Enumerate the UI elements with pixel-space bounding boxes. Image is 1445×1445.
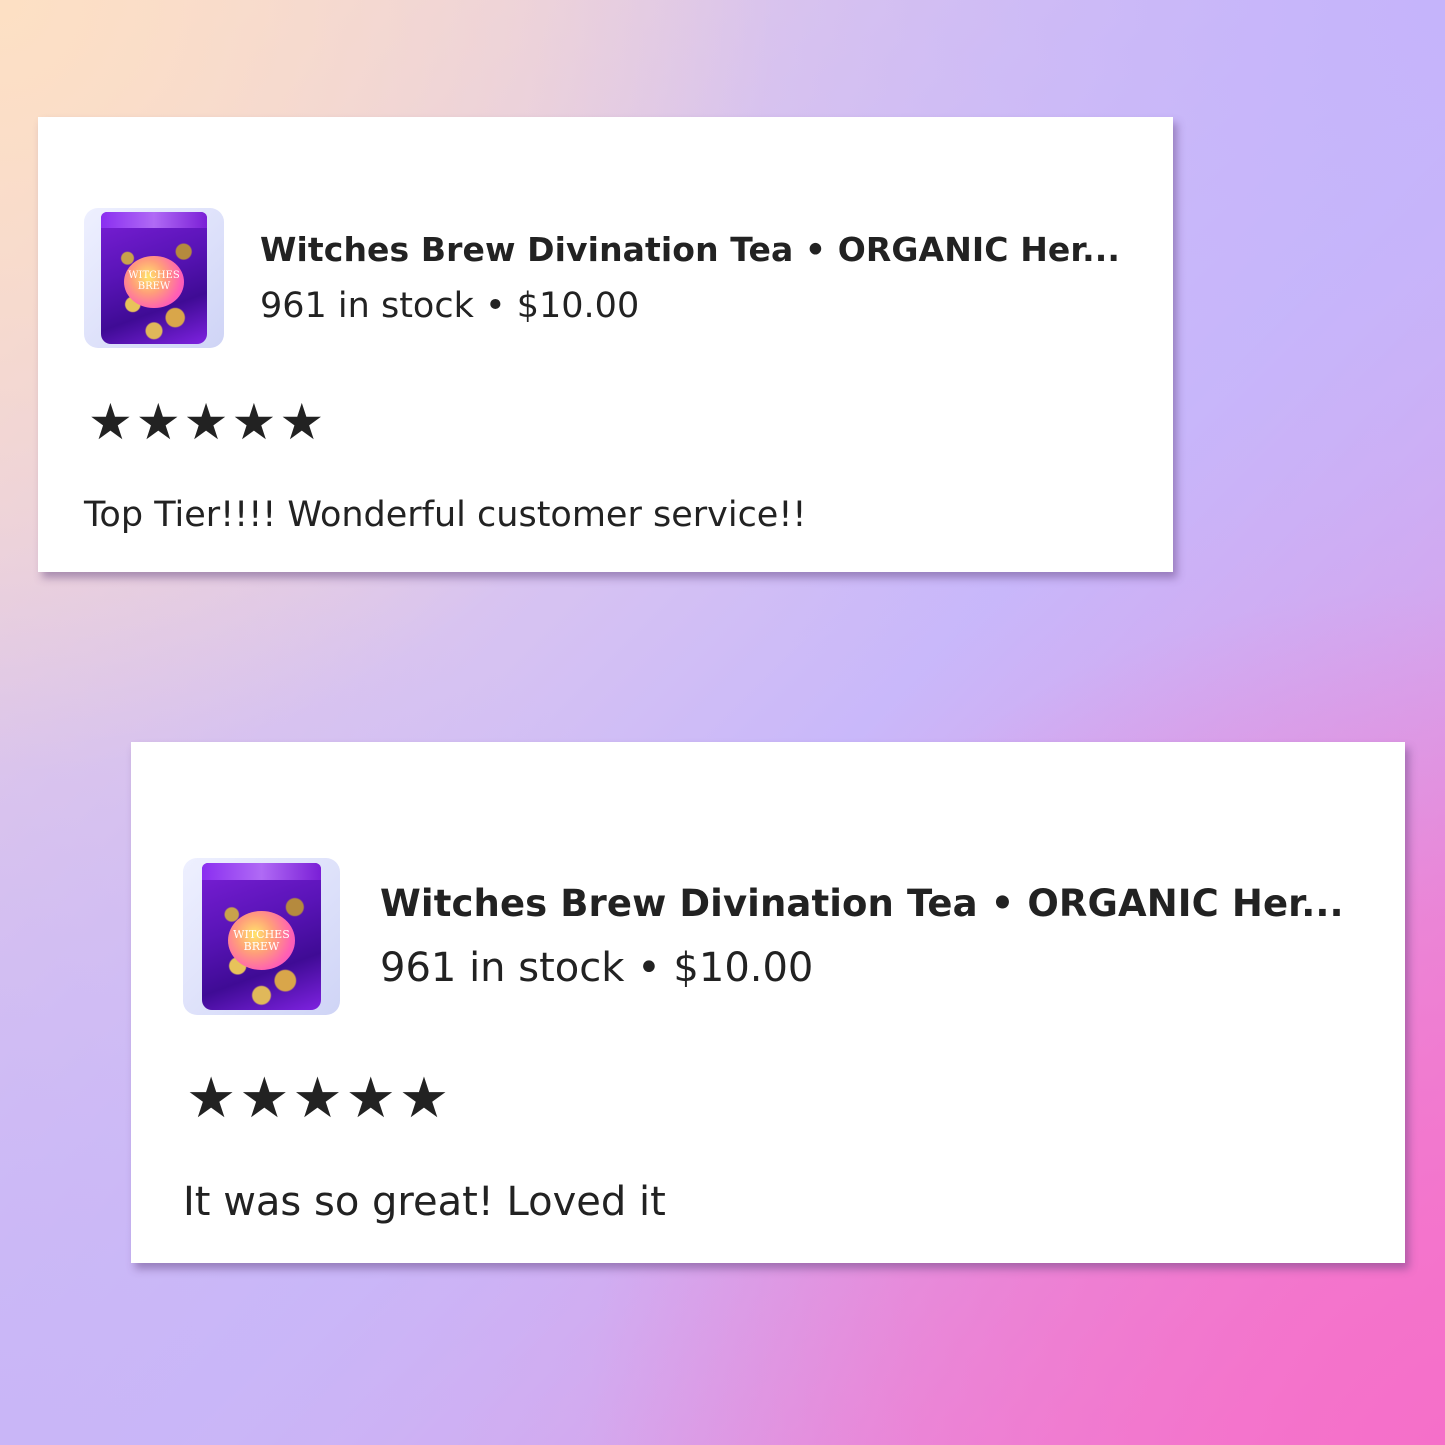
stock-price: 961 in stock • $10.00 [380, 945, 814, 991]
product-label-logo: WITCHES BREW [228, 911, 295, 971]
tea-pouch-image: WITCHES BREW [100, 212, 208, 344]
star-icon: ★ [183, 393, 229, 451]
star-icon: ★ [398, 1066, 450, 1131]
star-icon: ★ [88, 393, 133, 451]
logo-text-line2: BREW [243, 939, 280, 953]
logo-text-line2: BREW [137, 280, 171, 292]
star-icon: ★ [135, 393, 181, 451]
star-icon: ★ [279, 393, 325, 451]
review-card: WITCHES BREW Witches Brew Divination Tea… [131, 742, 1405, 1263]
review-text: Top Tier!!!! Wonderful customer service!… [84, 495, 807, 535]
product-thumbnail[interactable]: WITCHES BREW [183, 858, 340, 1015]
star-icon: ★ [239, 1066, 290, 1131]
star-icon: ★ [345, 1066, 396, 1131]
star-rating: ★ ★ ★ ★ ★ [186, 1071, 449, 1127]
product-title[interactable]: Witches Brew Divination Tea • ORGANIC He… [260, 230, 1120, 269]
star-icon: ★ [292, 1066, 343, 1131]
review-card: WITCHES BREW Witches Brew Divination Tea… [38, 117, 1173, 572]
review-text: It was so great! Loved it [183, 1179, 666, 1225]
star-icon: ★ [186, 1066, 237, 1131]
product-label-logo: WITCHES BREW [124, 255, 184, 309]
star-icon: ★ [231, 393, 277, 451]
stock-price: 961 in stock • $10.00 [260, 286, 640, 326]
tea-pouch-image: WITCHES BREW [201, 862, 322, 1011]
product-thumbnail[interactable]: WITCHES BREW [84, 208, 224, 348]
star-rating: ★ ★ ★ ★ ★ [88, 397, 324, 447]
product-title[interactable]: Witches Brew Divination Tea • ORGANIC He… [380, 882, 1344, 925]
